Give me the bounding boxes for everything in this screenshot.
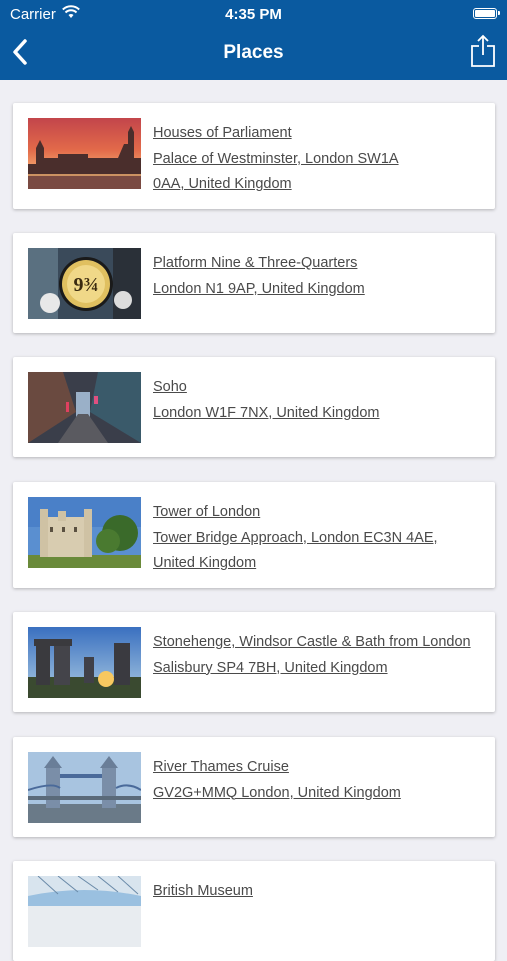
place-card[interactable]: River Thames Cruise GV2G+MMQ London, Uni… bbox=[13, 737, 495, 837]
place-name-link[interactable]: British Museum bbox=[153, 879, 485, 905]
place-address-link[interactable]: Salisbury SP4 7BH, United Kingdom bbox=[153, 656, 485, 682]
share-icon bbox=[471, 34, 495, 67]
place-name-link[interactable]: Tower of London bbox=[153, 500, 485, 526]
place-address-link[interactable]: London W1F 7NX, United Kingdom bbox=[153, 401, 485, 427]
svg-text:9¾: 9¾ bbox=[74, 274, 99, 296]
place-thumbnail bbox=[28, 118, 141, 189]
place-thumbnail bbox=[28, 627, 141, 698]
place-card[interactable]: Stonehenge, Windsor Castle & Bath from L… bbox=[13, 612, 495, 712]
place-card[interactable]: British Museum bbox=[13, 861, 495, 961]
place-address-link[interactable]: Tower Bridge Approach, London EC3N 4AE, bbox=[153, 526, 485, 552]
place-card[interactable]: Houses of Parliament Palace of Westminst… bbox=[13, 103, 495, 209]
place-name-link[interactable]: Soho bbox=[153, 375, 485, 401]
status-bar: Carrier 4:35 PM bbox=[0, 0, 507, 26]
battery-icon bbox=[473, 8, 500, 19]
place-thumbnail bbox=[28, 372, 141, 443]
status-time: 4:35 PM bbox=[225, 6, 282, 23]
place-card[interactable]: 9¾ Platform Nine & Three-Quarters London… bbox=[13, 233, 495, 333]
place-card[interactable]: Soho London W1F 7NX, United Kingdom bbox=[13, 357, 495, 457]
navigation-bar: Carrier 4:35 PM Places bbox=[0, 0, 507, 80]
place-thumbnail: 9¾ bbox=[28, 248, 141, 319]
place-thumbnail bbox=[28, 752, 141, 823]
place-address-link[interactable]: United Kingdom bbox=[153, 551, 485, 577]
place-card[interactable]: Tower of London Tower Bridge Approach, L… bbox=[13, 482, 495, 588]
place-name-link[interactable]: Platform Nine & Three-Quarters bbox=[153, 251, 485, 277]
place-name-link[interactable]: River Thames Cruise bbox=[153, 755, 485, 781]
place-address-link[interactable]: London N1 9AP, United Kingdom bbox=[153, 277, 485, 303]
share-button[interactable] bbox=[469, 34, 497, 68]
place-thumbnail bbox=[28, 497, 141, 568]
page-title: Places bbox=[223, 42, 284, 63]
place-name-link[interactable]: Stonehenge, Windsor Castle & Bath from L… bbox=[153, 630, 485, 656]
place-address-link[interactable]: Palace of Westminster, London SW1A bbox=[153, 147, 485, 173]
place-address-link[interactable]: GV2G+MMQ London, United Kingdom bbox=[153, 781, 485, 807]
place-thumbnail bbox=[28, 876, 141, 947]
place-address-link[interactable]: 0AA, United Kingdom bbox=[153, 172, 485, 198]
place-name-link[interactable]: Houses of Parliament bbox=[153, 121, 485, 147]
